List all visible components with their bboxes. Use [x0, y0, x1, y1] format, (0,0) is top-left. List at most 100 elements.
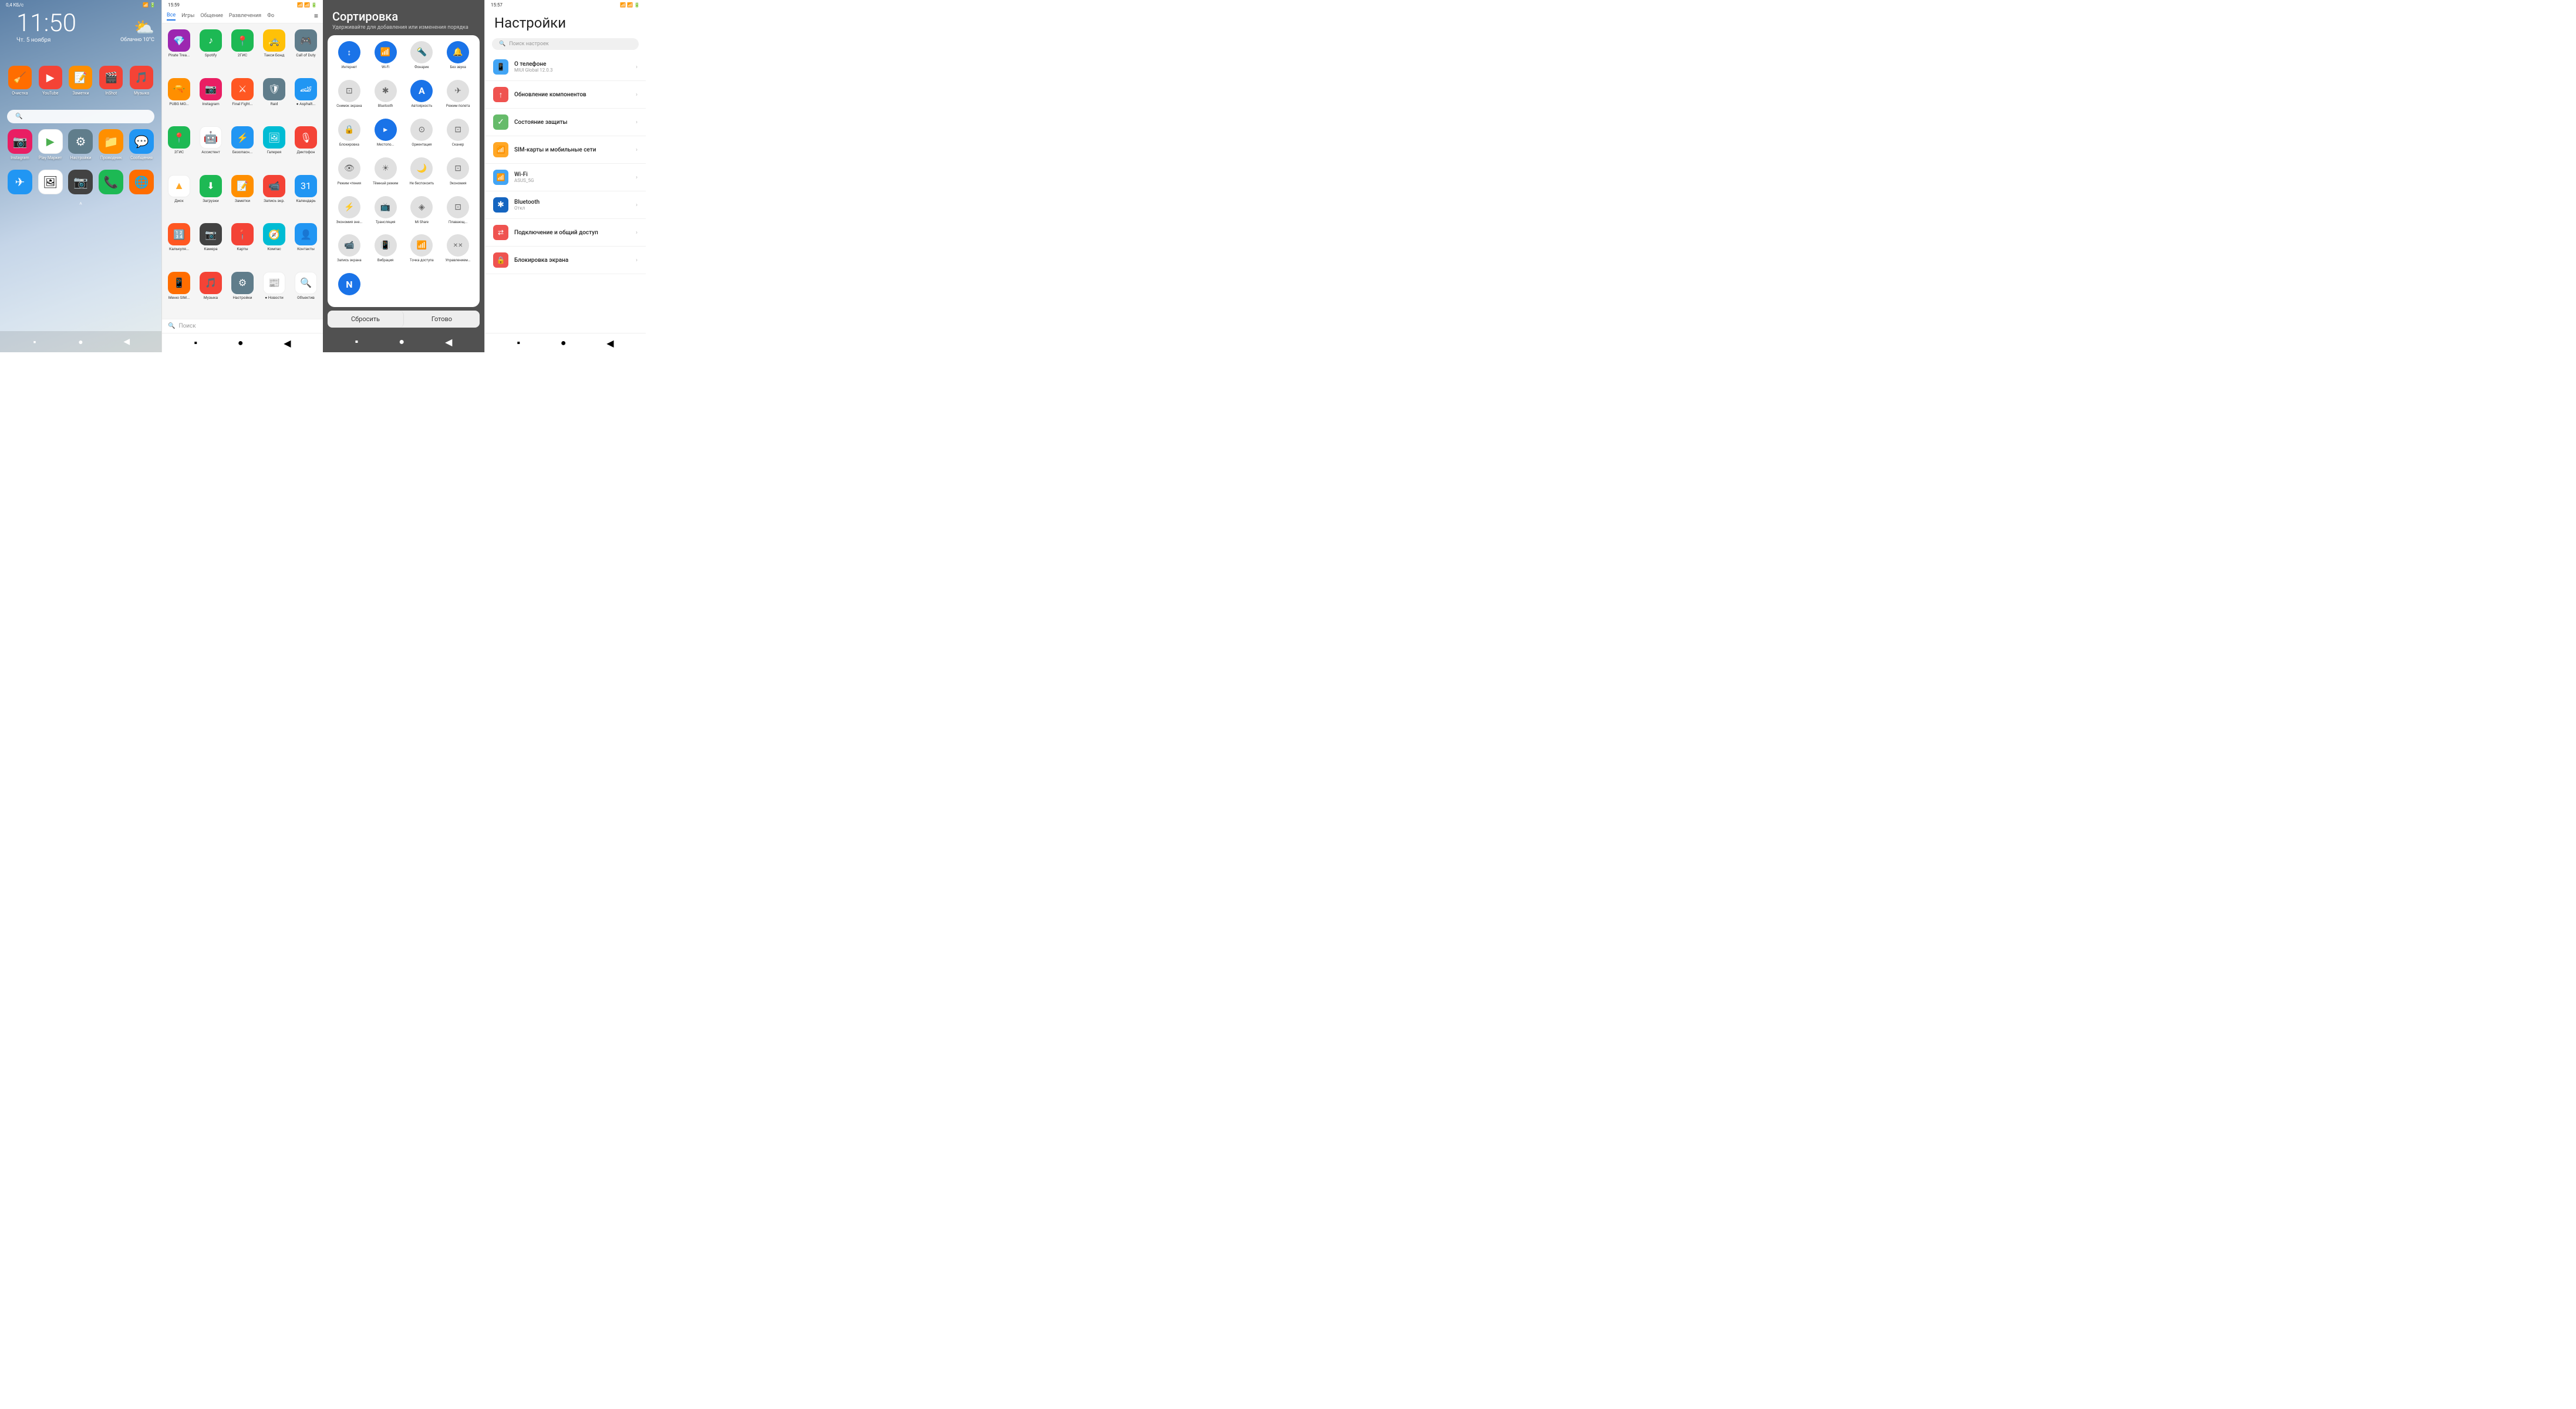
nav-back-3[interactable]: ▪ [355, 336, 359, 348]
list-item[interactable]: 📝 Заметки [66, 66, 95, 96]
dock-item-telegram[interactable]: ✈ [6, 170, 34, 196]
list-item[interactable]: 📷 Камера [196, 221, 225, 267]
qs-tile-economy[interactable]: ⊡ Экономия [442, 157, 474, 191]
list-item[interactable]: 🛡 Raid [259, 76, 289, 122]
nav-home-1[interactable]: ● [75, 336, 86, 348]
dock-item-play[interactable]: ▶ Play Маркет [36, 129, 65, 160]
qs-tile-mishare[interactable]: ◈ Mi Share [406, 196, 438, 230]
qs-tile-reading[interactable]: 👁 Режим чтения [333, 157, 365, 191]
done-button[interactable]: Готово [404, 311, 480, 328]
qs-tile-screenshot[interactable]: ⊡ Снимок экрана [333, 80, 365, 114]
list-item[interactable]: 31 Календарь [291, 173, 321, 219]
nav-recent-4[interactable]: ◀ [606, 338, 613, 349]
tab-social[interactable]: Общение [200, 12, 223, 20]
list-item[interactable]: 🔫 PUBG MO... [164, 76, 194, 122]
nav-recent-3[interactable]: ◀ [445, 336, 452, 348]
dock-item-gallery[interactable]: 🖼 [36, 170, 65, 196]
tab-entertainment[interactable]: Развлечения [229, 12, 261, 20]
dock-item-chrome[interactable]: 🌐 [127, 170, 156, 196]
list-item[interactable]: ▶ YouTube [36, 66, 65, 96]
list-item[interactable]: 📝 Заметки [228, 173, 257, 219]
nav-recent-2[interactable]: ◀ [284, 338, 291, 349]
settings-item-connection[interactable]: ⇄ Подключение и общий доступ › [485, 219, 646, 247]
list-item[interactable]: 🧹 Очистка [6, 66, 34, 96]
qs-tile-wifi[interactable]: 📶 Wi-Fi [370, 41, 402, 75]
reset-button[interactable]: Сбросить [328, 311, 404, 328]
qs-tile-location[interactable]: ▸ Местопо... [370, 119, 402, 153]
settings-item-wifi[interactable]: 📶 Wi-Fi ASUS_5G › [485, 164, 646, 191]
list-item[interactable]: 🔢 Калькуля... [164, 221, 194, 267]
list-item[interactable]: 🎮 Call of Duty [291, 27, 321, 73]
qs-tile-hotspot[interactable]: 📶 Точка доступа [406, 234, 438, 268]
list-item[interactable]: 🖼 Галерея [259, 124, 289, 170]
list-item[interactable]: 🧭 Компас [259, 221, 289, 267]
nav-back-1[interactable]: ▪ [29, 336, 41, 348]
settings-item-lockscreen[interactable]: 🔒 Блокировка экрана › [485, 247, 646, 274]
settings-item-updates[interactable]: ↑ Обновление компонентов › [485, 81, 646, 109]
list-item[interactable]: 📰 ● Новости [259, 269, 289, 316]
settings-search[interactable]: 🔍 Поиск настроек [492, 38, 639, 50]
list-item[interactable]: 🔍 Объектив [291, 269, 321, 316]
dock-item-messages[interactable]: 💬 Сообщения [127, 129, 156, 160]
menu-icon[interactable]: ≡ [314, 12, 318, 20]
qs-tile-flashlight[interactable]: 🔦 Фонарик [406, 41, 438, 75]
settings-item-sim[interactable]: 📶 SIM-карты и мобильные сети › [485, 136, 646, 164]
qs-tile-bluetooth[interactable]: ✱ Bluetooth [370, 80, 402, 114]
nav-back-4[interactable]: ▪ [517, 337, 520, 349]
list-item[interactable]: 🤖 Ассистент [196, 124, 225, 170]
qs-tile-internet[interactable]: ↕ Интернет [333, 41, 365, 75]
list-item[interactable]: 💎 Pirate Trea... [164, 27, 194, 73]
qs-tile-floating[interactable]: ⊡ Плавающ... [442, 196, 474, 230]
qs-tile-cast[interactable]: 📺 Трансляция [370, 196, 402, 230]
settings-item-protection[interactable]: ✓ Состояние защиты › [485, 109, 646, 136]
nav-home-2[interactable]: ● [238, 337, 244, 349]
list-item[interactable]: ♪ Spotify [196, 27, 225, 73]
qs-tile-darkmode[interactable]: ☀ Тёмный режим [370, 157, 402, 191]
list-item[interactable]: 📍 2ГИС [164, 124, 194, 170]
list-item[interactable]: 🎬 InShot [97, 66, 125, 96]
dock-item-phone[interactable]: 📞 [97, 170, 125, 196]
list-item[interactable]: 📍 2ГИС [228, 27, 257, 73]
nav-back-2[interactable]: ▪ [194, 337, 197, 349]
nav-recent-1[interactable]: ◀ [121, 336, 133, 348]
dock-item-files[interactable]: 📁 Проводник [97, 129, 125, 160]
dock-item-camera[interactable]: 📷 [66, 170, 95, 196]
list-item[interactable]: 🎙 Диктофон [291, 124, 321, 170]
nav-home-3[interactable]: ● [399, 336, 404, 348]
tab-more[interactable]: Фо [267, 12, 274, 20]
search-bar-2[interactable]: 🔍 Поиск [162, 319, 323, 333]
qs-tile-airplane[interactable]: ✈ Режим полета [442, 80, 474, 114]
qs-tile-autobrightness[interactable]: A Автояркость [406, 80, 438, 114]
list-item[interactable]: ▲ Диск [164, 173, 194, 219]
list-item[interactable]: 📹 Запись экр. [259, 173, 289, 219]
list-item[interactable]: ⚔ Final Fight... [228, 76, 257, 122]
list-item[interactable]: 📍 Карты [228, 221, 257, 267]
qs-tile-orientation[interactable]: ⊙ Ориентация [406, 119, 438, 153]
settings-item-about[interactable]: 📱 О телефоне MIUI Global 12.0.3 › [485, 53, 646, 81]
list-item[interactable]: 👤 Контакты [291, 221, 321, 267]
list-item[interactable]: 🏎 ● Asphalt... [291, 76, 321, 122]
nav-home-4[interactable]: ● [561, 337, 567, 349]
qs-tile-vibration[interactable]: 📳 Вибрация [370, 234, 402, 268]
list-item[interactable]: ⚙ Настройки [228, 269, 257, 316]
dock-item-instagram[interactable]: 📷 Instagram [6, 129, 34, 160]
dock-item-settings[interactable]: ⚙ Настройки [66, 129, 95, 160]
qs-tile-silent[interactable]: 🔔 Без звука [442, 41, 474, 75]
qs-tile-powersave[interactable]: ⚡ Экономия эне... [333, 196, 365, 230]
qs-tile-control[interactable]: ✕✕ Управлением... [442, 234, 474, 268]
list-item[interactable]: 🎵 Музыка [196, 269, 225, 316]
search-bar[interactable]: 🔍 [7, 110, 154, 123]
qs-tile-scanner[interactable]: ⊡ Сканер [442, 119, 474, 153]
qs-tile-screenrec[interactable]: 📹 Запись экрана [333, 234, 365, 268]
list-item[interactable]: ⬇ Загрузки [196, 173, 225, 219]
tab-all[interactable]: Все [167, 11, 176, 21]
qs-tile-lock[interactable]: 🔒 Блокировка [333, 119, 365, 153]
list-item[interactable]: 🎵 Музыка [127, 66, 156, 96]
tab-games[interactable]: Игры [181, 12, 194, 20]
qs-tile-dnd[interactable]: 🌙 Не беспокоить [406, 157, 438, 191]
list-item[interactable]: 📷 Instagram [196, 76, 225, 122]
list-item[interactable]: 🚕 Такси Бонд [259, 27, 289, 73]
list-item[interactable]: ⚡ Безопасн... [228, 124, 257, 170]
qs-tile-n[interactable]: N [333, 273, 365, 301]
settings-item-bluetooth[interactable]: ✱ Bluetooth Откл › [485, 191, 646, 219]
